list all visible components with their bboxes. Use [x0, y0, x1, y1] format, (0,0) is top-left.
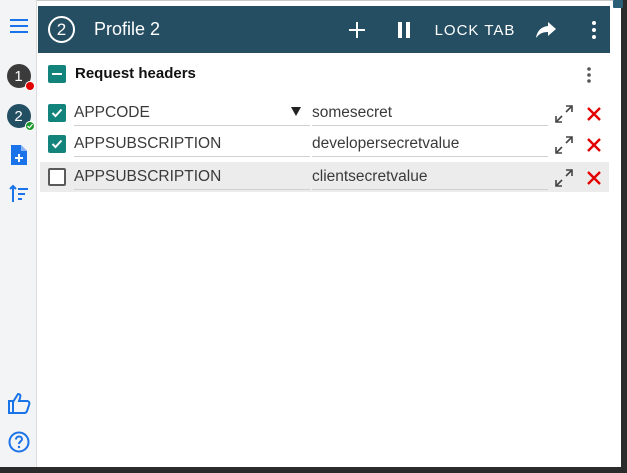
header-name-field[interactable]: APPSUBSCRIPTION [74, 164, 310, 190]
row-enabled-checkbox[interactable] [48, 168, 66, 186]
plus-icon [349, 22, 365, 38]
section-title: Request headers [75, 65, 196, 82]
profile-1-avatar: 1 [6, 64, 35, 91]
sort-button[interactable] [0, 176, 37, 212]
header-name-field[interactable]: APPCODE [74, 100, 310, 126]
help-button[interactable] [0, 424, 37, 460]
profile-2-button[interactable]: 2 [0, 98, 37, 134]
profile-title[interactable]: Profile 2 [94, 19, 160, 40]
header-name-field[interactable]: APPSUBSCRIPTION [74, 131, 310, 157]
expand-icon [555, 136, 573, 154]
header-row: APPCODE somesecret [40, 98, 609, 128]
section-more-button[interactable] [582, 65, 596, 85]
expand-button[interactable] [553, 134, 575, 156]
close-icon [587, 171, 601, 185]
thumbs-up-icon [7, 392, 30, 414]
dropdown-arrow-icon[interactable] [291, 107, 301, 116]
section-toggle-checkbox[interactable] [48, 65, 66, 83]
close-icon [587, 138, 601, 152]
close-icon [587, 107, 601, 121]
window-edge-right [621, 0, 627, 473]
add-file-icon [10, 145, 27, 165]
profile-2-avatar: 2 [6, 104, 35, 131]
header-value-field[interactable]: somesecret [312, 100, 548, 126]
header-row: APPSUBSCRIPTION developersecretvalue [40, 129, 609, 159]
row-enabled-checkbox[interactable] [48, 135, 66, 153]
expand-icon [555, 105, 573, 123]
pause-button[interactable] [391, 14, 417, 46]
window-edge-bottom [0, 467, 627, 473]
menu-button[interactable] [0, 8, 37, 44]
profile-number-badge[interactable]: 2 [48, 16, 75, 43]
check-icon [51, 139, 63, 149]
profile-2-number: 2 [14, 107, 23, 125]
profile-1-number: 1 [14, 67, 23, 85]
delete-row-button[interactable] [583, 103, 605, 125]
profile-1-button[interactable]: 1 [0, 58, 37, 94]
profile-2-status-check [24, 121, 35, 131]
expand-icon [555, 169, 573, 187]
more-vertical-icon [592, 21, 596, 39]
sort-icon [8, 184, 28, 202]
profile-1-status-dot [24, 81, 35, 91]
lock-tab-button[interactable]: LOCK TAB [434, 14, 516, 46]
more-options-button[interactable] [583, 14, 605, 46]
expand-button[interactable] [553, 103, 575, 125]
profile-header: 2 Profile 2 LOCK TAB [38, 6, 610, 53]
share-arrow-icon [536, 22, 556, 38]
pause-icon [398, 22, 410, 38]
header-row: APPSUBSCRIPTION clientsecretvalue [40, 162, 609, 192]
share-button[interactable] [531, 14, 561, 46]
header-value-field[interactable]: clientsecretvalue [312, 164, 548, 190]
corner-badge [613, 0, 623, 8]
header-value-field[interactable]: developersecretvalue [312, 131, 548, 157]
more-vertical-icon [587, 67, 591, 83]
request-headers-section: Request headers [38, 59, 610, 89]
row-enabled-checkbox[interactable] [48, 104, 66, 122]
rate-button[interactable] [0, 385, 37, 421]
check-icon [51, 108, 63, 118]
delete-row-button[interactable] [583, 134, 605, 156]
sidebar: 1 2 [0, 0, 37, 467]
delete-row-button[interactable] [583, 167, 605, 189]
add-button[interactable] [343, 14, 371, 46]
help-icon [8, 431, 29, 453]
add-file-button[interactable] [0, 137, 37, 173]
menu-icon [9, 19, 28, 33]
minus-icon [52, 73, 62, 75]
expand-button[interactable] [553, 167, 575, 189]
